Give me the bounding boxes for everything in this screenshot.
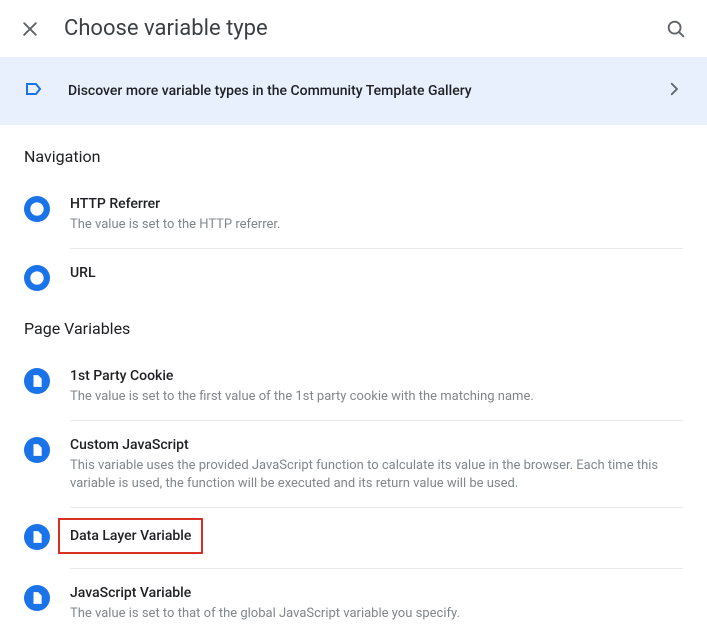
globe-icon <box>24 196 50 222</box>
chevron-right-icon <box>665 80 683 102</box>
content-area: Navigation HTTP Referrer The value is se… <box>0 125 707 637</box>
section-page-variables: Page Variables 1st Party Cookie The valu… <box>24 297 683 637</box>
variable-type-http-referrer[interactable]: HTTP Referrer The value is set to the HT… <box>24 180 683 249</box>
doc-icon <box>24 368 50 394</box>
item-title: Data Layer Variable <box>70 526 191 546</box>
close-icon[interactable] <box>20 19 40 39</box>
highlight-box: Data Layer Variable <box>58 518 203 554</box>
item-title: HTTP Referrer <box>70 194 683 214</box>
doc-icon <box>24 585 50 611</box>
item-title: 1st Party Cookie <box>70 366 683 386</box>
variable-type-data-layer-variable[interactable]: Data Layer Variable <box>24 508 683 569</box>
item-desc: The value is set to the HTTP referrer. <box>70 216 683 234</box>
section-title: Page Variables <box>24 297 683 352</box>
item-title: Custom JavaScript <box>70 435 683 455</box>
doc-icon <box>24 437 50 463</box>
banner-text: Discover more variable types in the Comm… <box>68 83 645 99</box>
header: Choose variable type <box>0 0 707 57</box>
variable-type-url[interactable]: URL <box>24 249 683 297</box>
variable-type-custom-javascript[interactable]: Custom JavaScript This variable uses the… <box>24 421 683 508</box>
item-desc: This variable uses the provided JavaScri… <box>70 457 683 493</box>
item-title: URL <box>70 263 683 283</box>
item-desc: The value is set to the first value of t… <box>70 388 683 406</box>
tag-icon <box>24 77 48 105</box>
section-title: Navigation <box>24 125 683 180</box>
search-icon[interactable] <box>665 18 687 40</box>
globe-icon <box>24 265 50 291</box>
item-title: JavaScript Variable <box>70 583 683 603</box>
item-desc: The value is set to that of the global J… <box>70 605 683 623</box>
variable-type-1st-party-cookie[interactable]: 1st Party Cookie The value is set to the… <box>24 352 683 421</box>
page-title: Choose variable type <box>64 16 641 41</box>
section-navigation: Navigation HTTP Referrer The value is se… <box>24 125 683 297</box>
variable-type-javascript-variable[interactable]: JavaScript Variable The value is set to … <box>24 569 683 637</box>
doc-icon <box>24 524 50 550</box>
community-gallery-banner[interactable]: Discover more variable types in the Comm… <box>0 57 707 125</box>
